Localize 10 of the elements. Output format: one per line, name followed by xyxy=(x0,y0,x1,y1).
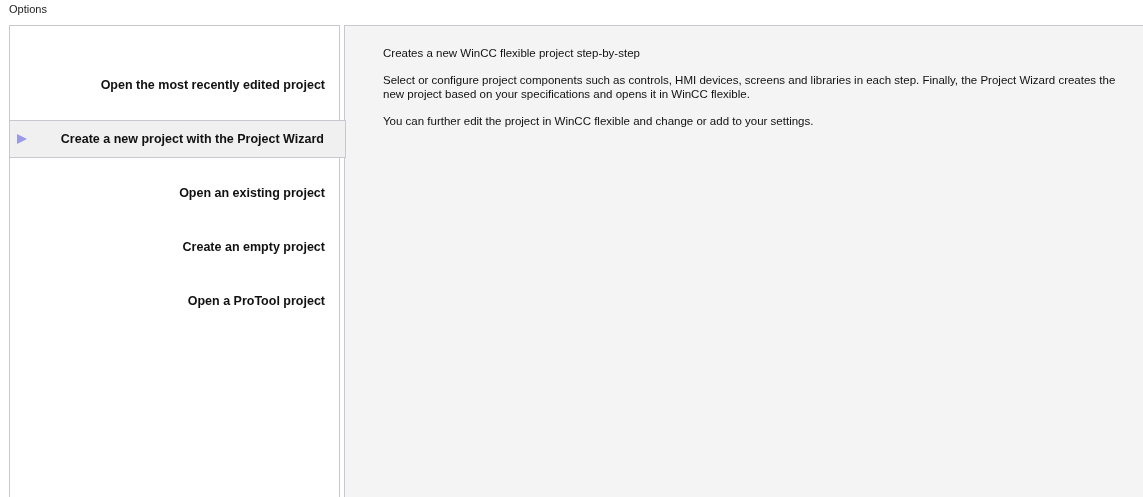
option-item[interactable]: Open the most recently edited project xyxy=(10,66,339,104)
option-item[interactable]: Create a new project with the Project Wizard xyxy=(9,120,346,158)
description-text: Creates a new WinCC flexible project step-by-step xyxy=(383,46,641,60)
option-item[interactable]: Open a ProTool project xyxy=(10,282,339,320)
section-title: Options xyxy=(8,2,48,17)
option-item[interactable]: Open an existing project xyxy=(10,174,339,212)
option-item[interactable]: Create an empty project xyxy=(10,228,339,266)
triangle-icon xyxy=(17,134,27,144)
description-text: Select or configure project components such as controls, HMI devices, screens and libraries in each step. Finally, the Project Wizard creates the new project based on your specifications and opens it in WinCC flexible. xyxy=(383,73,1117,101)
description-text: You can further edit the project in WinCC flexible and change or add to your settings. xyxy=(383,114,815,128)
